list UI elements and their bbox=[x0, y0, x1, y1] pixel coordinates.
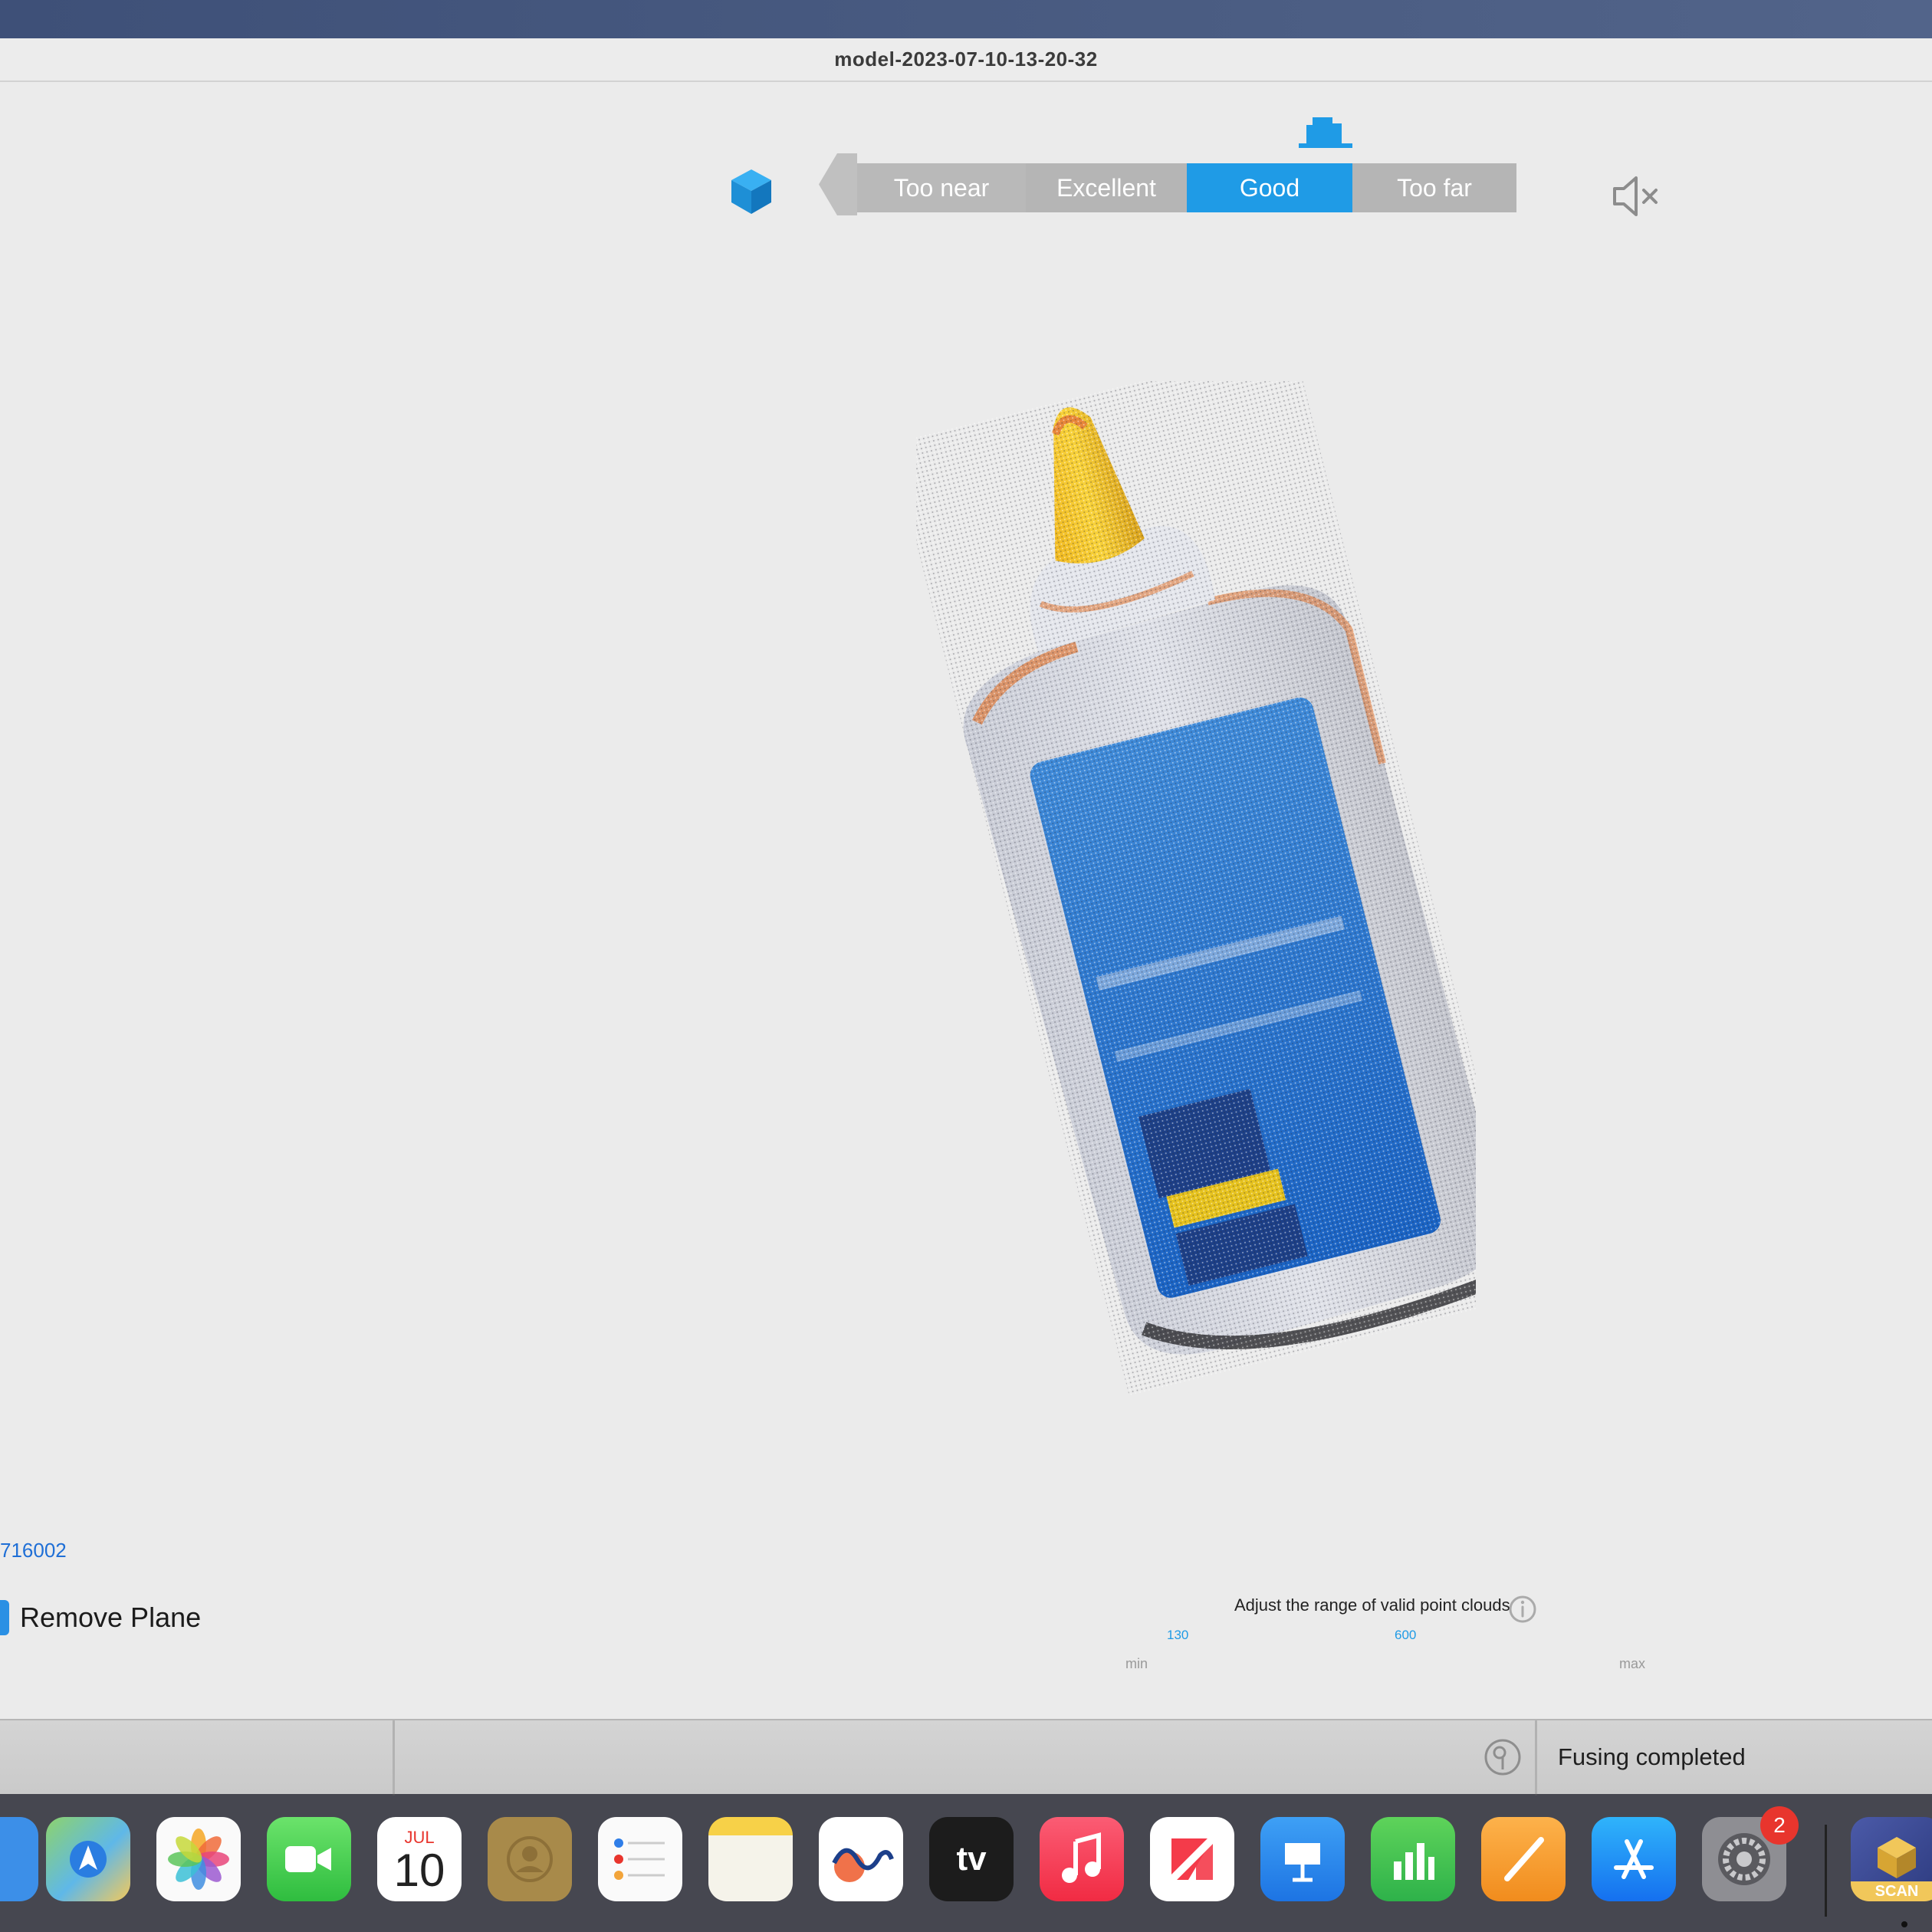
pin-icon[interactable] bbox=[1483, 1737, 1523, 1777]
tv-label: tv bbox=[956, 1840, 987, 1878]
range-min-label: min bbox=[1125, 1656, 1148, 1671]
notes-icon[interactable] bbox=[708, 1817, 793, 1901]
scan-app-icon[interactable]: SCAN bbox=[1851, 1817, 1932, 1901]
remove-plane-checkbox[interactable]: Remove Plane bbox=[0, 1600, 201, 1635]
app-store-icon[interactable] bbox=[1592, 1817, 1676, 1901]
notification-badge: 2 bbox=[1760, 1806, 1799, 1845]
mute-icon[interactable] bbox=[1610, 169, 1665, 224]
point-cloud-model[interactable] bbox=[916, 381, 1476, 1439]
title-bar: model-2023-07-10-13-20-32 bbox=[0, 38, 1932, 82]
finder-icon[interactable] bbox=[0, 1817, 38, 1901]
apple-tv-icon[interactable]: tv bbox=[929, 1817, 1014, 1901]
dock-separator bbox=[1825, 1825, 1827, 1917]
3d-viewport[interactable]: Too near Excellent Good Too far 716002 R… bbox=[0, 82, 1932, 1752]
calendar-day: 10 bbox=[393, 1845, 445, 1896]
scan-label: SCAN bbox=[1875, 1883, 1919, 1900]
reminders-icon[interactable] bbox=[598, 1817, 682, 1901]
facetime-icon[interactable] bbox=[267, 1817, 351, 1901]
distance-indicator: Too near Excellent Good Too far bbox=[819, 153, 1516, 245]
news-icon[interactable] bbox=[1150, 1817, 1234, 1901]
maps-icon[interactable] bbox=[46, 1817, 130, 1901]
model-id-link[interactable]: 716002 bbox=[0, 1539, 67, 1562]
status-bar: Fusing completed bbox=[0, 1719, 1932, 1796]
photos-icon[interactable] bbox=[156, 1817, 241, 1901]
distance-too-near[interactable]: Too near bbox=[857, 163, 1026, 212]
distance-good[interactable]: Good bbox=[1187, 163, 1352, 212]
dock: JUL 10 tv SCAN bbox=[0, 1794, 1932, 1932]
arrow-left-icon bbox=[819, 153, 857, 215]
range-high-value: 600 bbox=[1395, 1628, 1417, 1642]
distance-too-far[interactable]: Too far bbox=[1352, 163, 1516, 212]
pages-icon[interactable] bbox=[1481, 1817, 1566, 1901]
checkbox-icon[interactable] bbox=[0, 1600, 9, 1635]
distance-marker-icon bbox=[1299, 117, 1352, 148]
status-divider bbox=[393, 1720, 395, 1796]
calendar-icon[interactable]: JUL 10 bbox=[377, 1817, 462, 1901]
contacts-icon[interactable] bbox=[488, 1817, 572, 1901]
range-title: Adjust the range of valid point clouds bbox=[1234, 1595, 1510, 1615]
cube-icon[interactable] bbox=[727, 166, 776, 215]
numbers-icon[interactable] bbox=[1371, 1817, 1455, 1901]
music-icon[interactable] bbox=[1040, 1817, 1124, 1901]
app-window: model-2023-07-10-13-20-32 Too near Excel… bbox=[0, 0, 1932, 1932]
remove-plane-label: Remove Plane bbox=[20, 1602, 202, 1633]
running-indicator bbox=[1901, 1921, 1907, 1927]
desktop-background bbox=[0, 0, 1932, 38]
distance-excellent[interactable]: Excellent bbox=[1026, 163, 1187, 212]
keynote-icon[interactable] bbox=[1260, 1817, 1345, 1901]
range-max-label: max bbox=[1619, 1656, 1646, 1671]
freeform-icon[interactable] bbox=[819, 1817, 903, 1901]
info-icon[interactable] bbox=[1507, 1594, 1538, 1625]
window-title: model-2023-07-10-13-20-32 bbox=[834, 48, 1098, 71]
range-low-value: 130 bbox=[1167, 1628, 1189, 1642]
status-text: Fusing completed bbox=[1558, 1743, 1746, 1770]
status-divider bbox=[1535, 1720, 1537, 1796]
